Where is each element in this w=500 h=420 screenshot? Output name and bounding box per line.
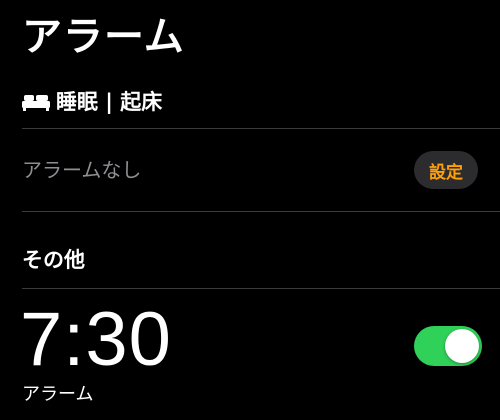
toggle-knob bbox=[445, 329, 479, 363]
alarm-time: 7:30 bbox=[20, 297, 172, 382]
divider bbox=[22, 211, 500, 212]
other-section-title: その他 bbox=[22, 248, 85, 272]
alarm-label: アラーム bbox=[22, 384, 94, 405]
no-alarm-text: アラームなし bbox=[22, 158, 142, 182]
alarm-enable-toggle[interactable] bbox=[414, 326, 482, 366]
sleep-alarm-row: アラームなし 設定 bbox=[22, 130, 478, 210]
page-title: アラーム bbox=[22, 14, 185, 60]
divider bbox=[22, 288, 500, 289]
set-sleep-alarm-button[interactable]: 設定 bbox=[414, 151, 478, 189]
sleep-section-header: 睡眠 | 起床 bbox=[22, 86, 162, 118]
bed-icon bbox=[22, 92, 50, 112]
alarm-row[interactable]: 7:30 アラーム bbox=[20, 290, 482, 420]
divider bbox=[22, 128, 500, 129]
sleep-section-title: 睡眠 | 起床 bbox=[56, 90, 163, 114]
